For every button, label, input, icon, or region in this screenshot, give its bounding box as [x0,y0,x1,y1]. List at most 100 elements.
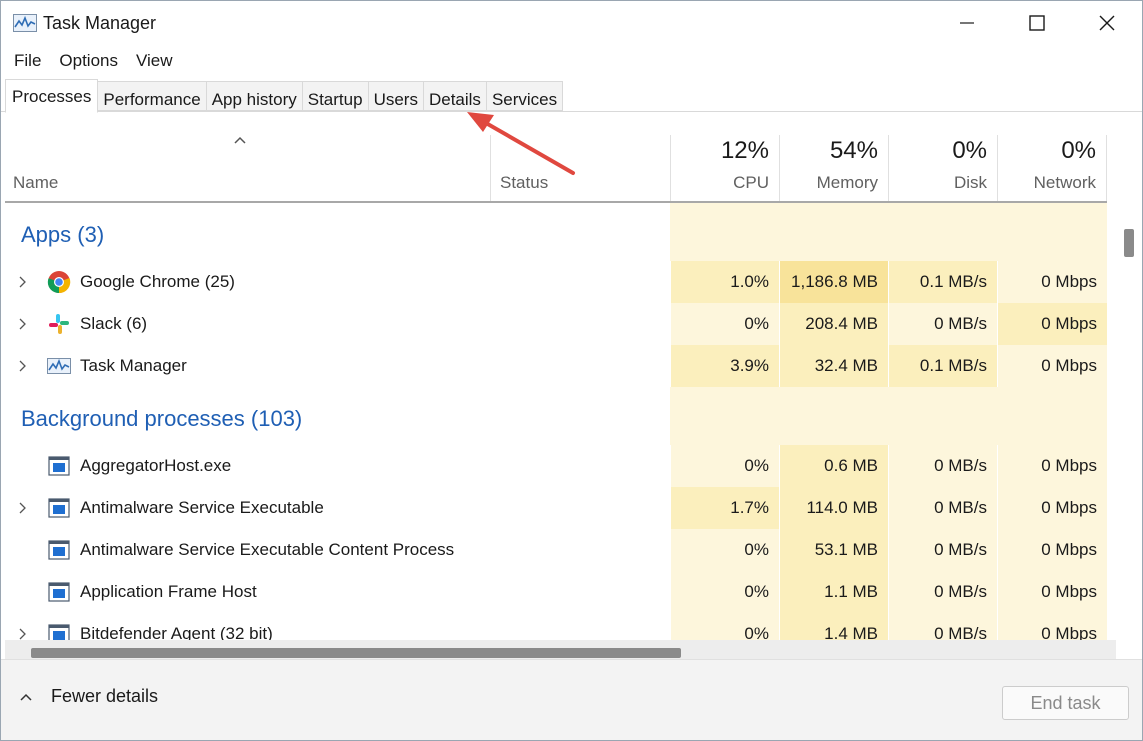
footer-bar: Fewer details End task [1,659,1142,740]
table-row[interactable]: AggregatorHost.exe 0% 0.6 MB 0 MB/s 0 Mb… [5,445,1107,487]
menu-options[interactable]: Options [51,47,128,75]
group-header-background[interactable]: Background processes (103) [5,387,1107,445]
network-cell: 0 Mbps [997,445,1107,487]
column-cpu-label: CPU [733,173,769,192]
column-network[interactable]: 0% Network [997,135,1107,201]
title-bar[interactable]: Task Manager [1,1,1142,45]
disk-cell: 0 MB/s [888,613,997,640]
disk-cell: 0.1 MB/s [888,345,997,387]
tab-users[interactable]: Users [368,81,424,111]
task-manager-icon [47,358,71,374]
memory-cell: 53.1 MB [779,529,888,571]
process-name: Task Manager [80,356,187,375]
slack-icon [49,314,69,334]
memory-cell: 1,186.8 MB [779,261,888,303]
tab-strip: Processes Performance App history Startu… [5,79,564,113]
table-row[interactable]: Task Manager 3.9% 32.4 MB 0.1 MB/s 0 Mbp… [5,345,1107,387]
memory-cell: 32.4 MB [779,345,888,387]
process-name: Antimalware Service Executable Content P… [80,540,455,559]
column-disk-label: Disk [953,173,987,192]
process-icon [48,456,70,476]
column-disk[interactable]: 0% Disk [888,135,997,201]
close-icon [1099,15,1115,31]
network-cell: 0 Mbps [997,487,1107,529]
end-task-button[interactable]: End task [1002,686,1129,720]
column-cpu[interactable]: 12% CPU [670,135,779,201]
column-name-label: Name [13,173,59,192]
group-heat-band [670,387,1107,445]
horizontal-scroll-thumb[interactable] [31,648,681,658]
column-header: Name Status 12% CPU 54% Memory 0% Disk 0… [5,135,1107,201]
sort-ascending-icon [234,136,246,144]
tab-startup[interactable]: Startup [302,81,369,111]
window-title: Task Manager [43,13,157,33]
fewer-details-label: Fewer details [51,686,159,706]
process-icon [48,624,70,640]
memory-cell: 0.6 MB [779,445,888,487]
cpu-total: 12% [720,137,769,164]
group-heat-band [670,203,1107,261]
menu-file[interactable]: File [1,47,51,75]
process-name: AggregatorHost.exe [80,456,232,475]
maximize-button[interactable] [1002,1,1072,45]
memory-cell: 1.4 MB [779,613,888,640]
disk-cell: 0 MB/s [888,571,997,613]
vertical-scrollbar[interactable] [1116,203,1142,659]
minimize-icon [960,22,974,24]
column-status[interactable]: Status [490,135,670,201]
network-cell: 0 Mbps [997,345,1107,387]
column-memory[interactable]: 54% Memory [779,135,888,201]
table-row[interactable]: Antimalware Service Executable 1.7% 114.… [5,487,1107,529]
network-cell: 0 Mbps [997,303,1107,345]
column-status-label: Status [500,173,549,192]
disk-cell: 0 MB/s [888,303,997,345]
table-row[interactable]: Application Frame Host 0% 1.1 MB 0 MB/s … [5,571,1107,613]
process-list: Apps (3) Google Chrome (25) 1.0% 1,186.8… [5,203,1107,640]
network-cell: 0 Mbps [997,571,1107,613]
disk-cell: 0 MB/s [888,445,997,487]
memory-cell: 114.0 MB [779,487,888,529]
close-button[interactable] [1072,1,1142,45]
table-row[interactable]: Antimalware Service Executable Content P… [5,529,1107,571]
process-icon [48,498,70,518]
cpu-cell: 0% [670,613,779,640]
network-cell: 0 Mbps [997,261,1107,303]
chevron-right-icon[interactable] [17,318,27,330]
menu-view[interactable]: View [128,47,183,75]
column-memory-label: Memory [816,173,878,192]
task-manager-window: Task Manager File Options View Processes… [0,0,1143,741]
tab-performance[interactable]: Performance [98,81,207,111]
maximize-icon [1029,15,1045,31]
horizontal-scrollbar[interactable] [5,640,1116,659]
chevron-right-icon[interactable] [17,502,27,514]
cpu-cell: 0% [670,445,779,487]
network-total: 0% [1061,137,1096,164]
disk-total: 0% [952,137,987,164]
chevron-up-icon [20,693,32,701]
table-row[interactable]: Bitdefender Agent (32 bit) 0% 1.4 MB 0 M… [5,613,1107,640]
tab-services[interactable]: Services [486,81,564,111]
vertical-scroll-thumb[interactable] [1124,229,1134,257]
task-manager-icon [13,14,37,32]
group-title-apps: Apps (3) [21,222,105,247]
group-header-apps[interactable]: Apps (3) [5,203,1107,261]
disk-cell: 0 MB/s [888,487,997,529]
minimize-button[interactable] [932,1,1002,45]
tab-details[interactable]: Details [423,81,487,111]
chevron-right-icon[interactable] [17,628,27,640]
table-row[interactable]: Slack (6) 0% 208.4 MB 0 MB/s 0 Mbps [5,303,1107,345]
chevron-right-icon[interactable] [17,276,27,288]
table-row[interactable]: Google Chrome (25) 1.0% 1,186.8 MB 0.1 M… [5,261,1107,303]
chevron-right-icon[interactable] [17,360,27,372]
process-name: Slack (6) [80,314,148,333]
disk-cell: 0.1 MB/s [888,261,997,303]
tab-processes[interactable]: Processes [5,79,99,113]
tab-app-history[interactable]: App history [206,81,303,111]
cpu-cell: 0% [670,571,779,613]
process-name: Antimalware Service Executable [80,498,324,517]
fewer-details-button[interactable]: Fewer details [19,686,158,707]
cpu-cell: 0% [670,303,779,345]
chrome-icon [47,271,71,294]
column-name[interactable]: Name [5,135,490,201]
process-icon [48,540,70,560]
